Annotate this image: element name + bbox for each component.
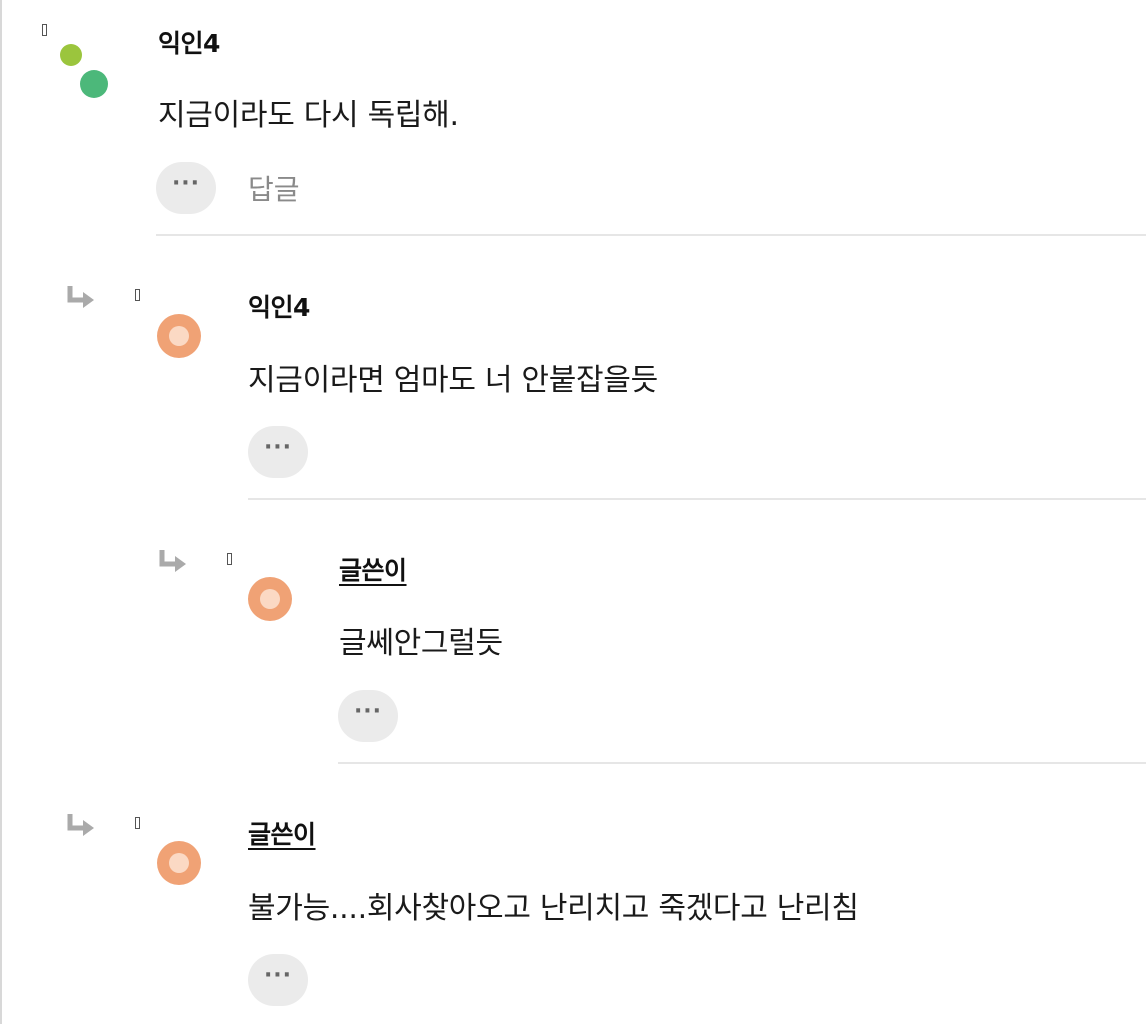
comment-text: 지금이라도 다시 독립해. — [158, 98, 459, 133]
comment-text: 지금이라면 엄마도 너 안붙잡을듯 — [248, 363, 658, 398]
comment-marker-icon — [42, 24, 47, 36]
comment-author[interactable]: 익인4 — [158, 24, 220, 60]
divider — [156, 234, 1146, 236]
comment-text: 글쎄안그럴듯 — [339, 626, 503, 661]
reply-button[interactable]: 답글 — [248, 168, 300, 208]
comment-marker-icon — [135, 817, 140, 829]
left-border — [0, 0, 2, 1024]
comment-author[interactable]: 글쓴이 — [248, 815, 316, 851]
reply-arrow-icon — [159, 550, 186, 572]
reply-arrow-icon — [67, 286, 94, 308]
more-dots-icon: ··· — [353, 699, 383, 724]
reply-arrow-icon — [67, 814, 94, 836]
more-options-button[interactable]: ··· — [248, 426, 308, 478]
more-options-button[interactable]: ··· — [338, 690, 398, 742]
comment-author[interactable]: 글쓴이 — [339, 551, 407, 587]
avatar-icon — [157, 314, 201, 358]
comment-marker-icon — [135, 289, 140, 301]
avatar-icon — [60, 44, 108, 98]
more-dots-icon: ··· — [263, 435, 293, 460]
comment-author[interactable]: 익인4 — [248, 288, 310, 324]
divider — [248, 498, 1146, 500]
avatar-icon — [248, 577, 292, 621]
divider — [338, 762, 1146, 764]
more-dots-icon: ··· — [263, 963, 293, 988]
more-dots-icon: ··· — [171, 171, 201, 196]
comment-text: 불가능....회사찾아오고 난리치고 죽겠다고 난리침 — [248, 891, 859, 926]
more-options-button[interactable]: ··· — [156, 162, 216, 214]
avatar-icon — [157, 841, 201, 885]
more-options-button[interactable]: ··· — [248, 954, 308, 1006]
comment-marker-icon — [227, 553, 232, 565]
